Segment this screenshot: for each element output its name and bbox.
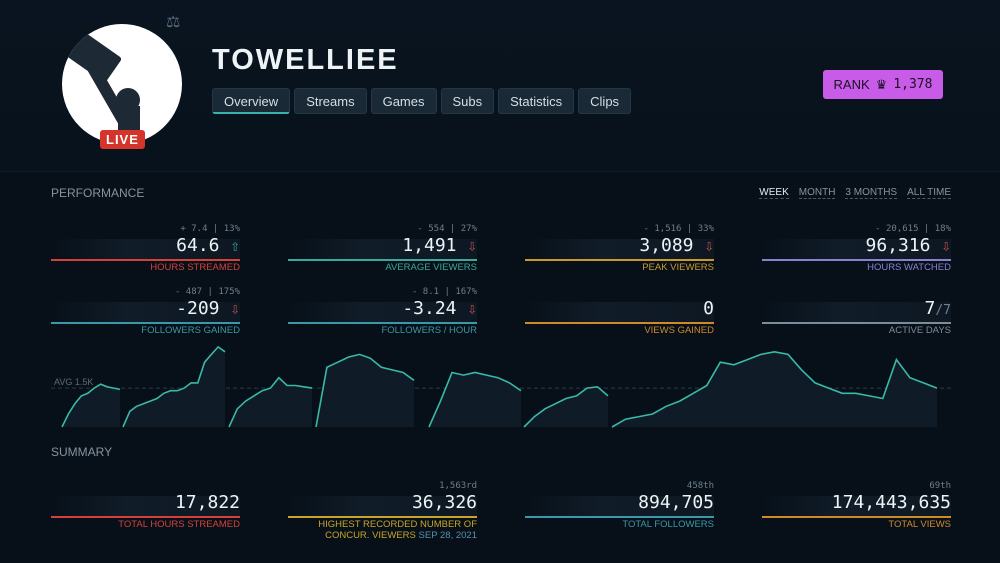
arrow-down-icon: ⇩ bbox=[467, 236, 477, 255]
viewers-chart: AVG 1.5K bbox=[51, 345, 951, 428]
stat-underline bbox=[288, 322, 477, 324]
period-week[interactable]: WEEK bbox=[759, 187, 789, 199]
period-selector: WEEK MONTH 3 MONTHS ALL TIME bbox=[759, 187, 951, 199]
tab-overview[interactable]: Overview bbox=[212, 88, 291, 114]
stat-label: ACTIVE DAYS bbox=[888, 325, 951, 336]
stat-value: 0 bbox=[703, 298, 714, 319]
avg-label: AVG 1.5K bbox=[54, 377, 93, 387]
rank-badge[interactable]: RANK ♛ 1,378 bbox=[823, 70, 943, 99]
stat-card: - 1,516 | 33% 3,089 ⇩ PEAK VIEWERS bbox=[525, 224, 714, 274]
stat-underline bbox=[525, 322, 714, 324]
stat-underline bbox=[51, 322, 240, 324]
stat-card: 0 VIEWS GAINED bbox=[525, 287, 714, 337]
channel-header: LIVE ⚖ TOWELLIEE Overview Streams Games Sub… bbox=[0, 0, 1000, 172]
stat-underline bbox=[762, 322, 951, 324]
stat-delta: 1,563rd bbox=[439, 481, 477, 491]
stat-delta: 69th bbox=[929, 481, 951, 491]
performance-title: PERFORMANCE bbox=[51, 186, 145, 200]
stat-underline bbox=[525, 259, 714, 261]
stat-sub: /7 bbox=[935, 303, 951, 318]
arrow-down-icon: ⇩ bbox=[230, 299, 240, 318]
arrow-down-icon: ⇩ bbox=[704, 236, 714, 255]
stat-delta bbox=[525, 287, 714, 298]
stat-label: FOLLOWERS / HOUR bbox=[381, 325, 477, 336]
tab-clips[interactable]: Clips bbox=[578, 88, 632, 114]
crown-icon: ♛ bbox=[875, 76, 888, 92]
stream-area bbox=[524, 386, 608, 427]
stat-value: 3,089 ⇩ bbox=[639, 235, 714, 256]
summary-title: SUMMARY bbox=[51, 445, 113, 459]
stat-value: 96,316 ⇩ bbox=[865, 235, 951, 256]
hammer-icon bbox=[66, 32, 140, 144]
stat-delta: - 20,615 | 18% bbox=[875, 224, 951, 234]
stat-card: 1,563rd 36,326 HIGHEST RECORDED NUMBER OF … bbox=[288, 481, 477, 541]
stat-card: 69th 174,443,635 TOTAL VIEWS bbox=[762, 481, 951, 531]
stat-label: TOTAL VIEWS bbox=[888, 519, 951, 530]
stream-area bbox=[612, 351, 937, 427]
stream-area bbox=[123, 346, 225, 427]
stat-delta: 458th bbox=[686, 481, 714, 491]
stat-value: 36,326 bbox=[411, 492, 477, 513]
stat-underline bbox=[288, 259, 477, 261]
stat-card: 17,822 TOTAL HOURS STREAMED bbox=[51, 481, 240, 531]
tab-statistics[interactable]: Statistics bbox=[498, 88, 575, 114]
stat-value: 17,822 bbox=[174, 492, 240, 513]
stat-underline bbox=[51, 516, 240, 518]
stat-label: AVERAGE VIEWERS bbox=[385, 262, 477, 273]
stat-label: PEAK VIEWERS bbox=[642, 262, 714, 273]
stream-area bbox=[229, 377, 312, 427]
tab-streams[interactable]: Streams bbox=[294, 88, 367, 114]
rank-label: RANK bbox=[833, 77, 870, 92]
period-all-time[interactable]: ALL TIME bbox=[907, 187, 951, 199]
stat-value: -209 ⇩ bbox=[176, 298, 240, 319]
stat-card: - 487 | 175% -209 ⇩ FOLLOWERS GAINED bbox=[51, 287, 240, 337]
stat-date: SEP 28, 2021 bbox=[418, 530, 477, 541]
stat-label: TOTAL HOURS STREAMED bbox=[118, 519, 240, 530]
period-month[interactable]: MONTH bbox=[798, 187, 836, 199]
live-badge: LIVE bbox=[100, 130, 145, 149]
stat-delta bbox=[51, 481, 240, 492]
stat-value: 1,491 ⇩ bbox=[402, 235, 477, 256]
stat-card: 7/7 ACTIVE DAYS bbox=[762, 287, 951, 337]
stat-value: 7/7 bbox=[924, 298, 952, 319]
stat-card: - 554 | 27% 1,491 ⇩ AVERAGE VIEWERS bbox=[288, 224, 477, 274]
stat-underline bbox=[51, 259, 240, 261]
channel-name: TOWELLIEE bbox=[212, 44, 399, 76]
tab-bar: Overview Streams Games Subs Statistics Clips bbox=[212, 88, 632, 114]
stat-card: - 20,615 | 18% 96,316 ⇩ HOURS WATCHED bbox=[762, 224, 951, 274]
stat-underline bbox=[762, 516, 951, 518]
arrow-down-icon: ⇩ bbox=[941, 236, 951, 255]
stat-delta bbox=[762, 287, 951, 298]
stat-label: HIGHEST RECORDED NUMBER OF CONCUR. VIEWE… bbox=[318, 519, 477, 541]
stat-delta: - 8.1 | 167% bbox=[411, 287, 477, 297]
avatar[interactable] bbox=[62, 24, 182, 144]
period-3-months[interactable]: 3 MONTHS bbox=[845, 187, 898, 199]
stat-underline bbox=[525, 516, 714, 518]
stat-value: 174,443,635 bbox=[831, 492, 951, 513]
stat-delta: - 554 | 27% bbox=[417, 224, 477, 234]
stat-value: -3.24 ⇩ bbox=[402, 298, 477, 319]
stream-area bbox=[429, 372, 521, 427]
stat-label: VIEWS GAINED bbox=[644, 325, 714, 336]
arrow-up-icon: ⇧ bbox=[230, 236, 240, 255]
rank-value: 1,378 bbox=[893, 77, 933, 92]
stat-underline bbox=[762, 259, 951, 261]
stat-label: HOURS WATCHED bbox=[867, 262, 951, 273]
stat-label: TOTAL FOLLOWERS bbox=[622, 519, 714, 530]
stat-value: 894,705 bbox=[638, 492, 714, 513]
stat-delta: - 487 | 175% bbox=[174, 287, 240, 297]
stat-underline bbox=[288, 516, 477, 518]
stat-card: 458th 894,705 TOTAL FOLLOWERS bbox=[525, 481, 714, 531]
stat-card: + 7.4 | 13% 64.6 ⇧ HOURS STREAMED bbox=[51, 224, 240, 274]
stat-delta: - 1,516 | 33% bbox=[643, 224, 714, 234]
arrow-down-icon: ⇩ bbox=[467, 299, 477, 318]
tab-subs[interactable]: Subs bbox=[440, 88, 495, 114]
stat-value: 64.6 ⇧ bbox=[176, 235, 240, 256]
scale-icon[interactable]: ⚖ bbox=[166, 12, 180, 32]
stat-delta: + 7.4 | 13% bbox=[180, 224, 240, 234]
tab-games[interactable]: Games bbox=[370, 88, 437, 114]
stat-label: HOURS STREAMED bbox=[150, 262, 240, 273]
stat-card: - 8.1 | 167% -3.24 ⇩ FOLLOWERS / HOUR bbox=[288, 287, 477, 337]
stat-label: FOLLOWERS GAINED bbox=[141, 325, 240, 336]
